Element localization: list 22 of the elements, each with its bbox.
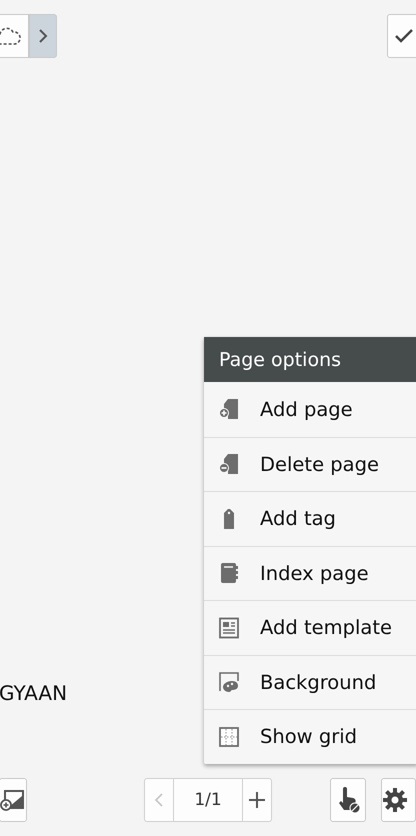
menu-item[interactable]: Index page (204, 546, 416, 600)
menu-item[interactable]: Add tag (204, 491, 416, 546)
canvas-text: GYAAN (0, 681, 68, 705)
menu-title: Page options (204, 337, 416, 382)
cloud-icon (0, 25, 22, 47)
plus-icon (248, 791, 266, 809)
chevron-right-icon (38, 28, 48, 44)
checkmark-icon (394, 28, 414, 44)
image-add-icon (0, 788, 26, 812)
settings-button[interactable] (380, 778, 416, 822)
template-icon (216, 614, 242, 641)
menu-item[interactable]: Add page (204, 382, 416, 436)
menu-item[interactable]: Background (204, 654, 416, 709)
menu-item[interactable]: Add template (204, 600, 416, 654)
menu-item[interactable]: Delete page (204, 436, 416, 491)
touch-mode-button[interactable] (330, 778, 366, 822)
menu-item[interactable]: Show grid (204, 709, 416, 764)
settings-icon (382, 787, 408, 813)
chevron-left-icon (154, 792, 164, 808)
insert-image-button[interactable] (0, 778, 27, 822)
expand-button[interactable] (29, 14, 57, 58)
page-number: 1/1 (173, 779, 243, 821)
